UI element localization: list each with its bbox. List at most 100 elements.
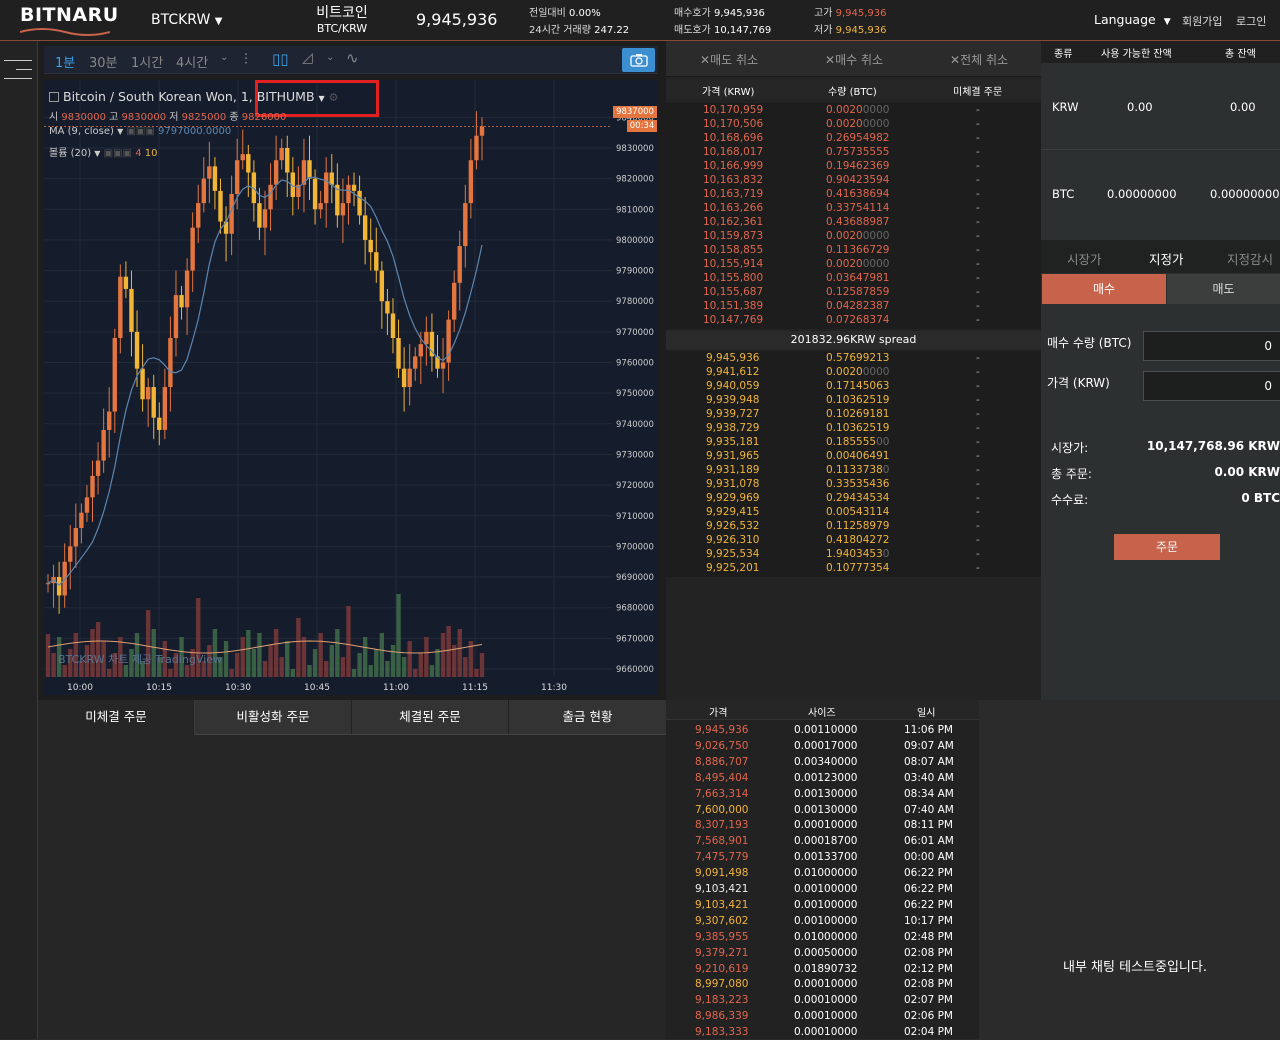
volume-bar [273, 629, 279, 677]
chart-plot-area[interactable]: Bitcoin / South Korean Won, 1, BITHUMB ▼… [44, 80, 612, 677]
candlestick-chart[interactable] [44, 80, 612, 677]
candle-body [312, 178, 318, 210]
ma-label[interactable]: MA (9, close) [49, 126, 114, 137]
orderbook-row[interactable]: 10,168,696 0.26954982 - [666, 131, 1041, 145]
tab-stop[interactable]: 지정감시 [1227, 249, 1273, 268]
orderbook-row[interactable]: 9,939,727 0.10269181 - [666, 407, 1041, 421]
orderbook-row[interactable]: 9,940,059 0.17145063 - [666, 379, 1041, 393]
camera-button[interactable] [622, 48, 655, 72]
candle-body [95, 460, 101, 476]
tab-market[interactable]: 시장가 [1067, 249, 1102, 268]
tab-withdrawals[interactable]: 출금 현황 [509, 700, 666, 735]
orderbook-row[interactable]: 10,163,266 0.33754114 - [666, 201, 1041, 215]
orderbook-row[interactable]: 10,155,687 0.12587859 - [666, 285, 1041, 299]
orderbook-row[interactable]: 9,925,201 0.10777354 - [666, 561, 1041, 575]
interval-1h[interactable]: 1시간 [131, 52, 163, 71]
tab-limit[interactable]: 지정가 [1149, 249, 1184, 268]
candle-body [73, 528, 79, 547]
volume-label: 24시간 거래량 [529, 25, 591, 36]
orderbook-qty: 0.11258979 [826, 519, 889, 533]
orderbook-row[interactable]: 10,170,959 0.00200000 - [666, 103, 1041, 117]
market-select-label: BTCKRW [151, 12, 211, 28]
fee-label: 수수료: [1051, 493, 1089, 507]
orderbook-qty: 0.10362519 [826, 421, 889, 435]
orderbook-row[interactable]: 9,931,189 0.11337380 - [666, 463, 1041, 477]
orderbook-row[interactable]: 10,163,719 0.41638694 - [666, 187, 1041, 201]
qty-input[interactable]: 0 [1143, 331, 1280, 361]
volume-study-label[interactable]: 볼륨 (20) [49, 148, 91, 159]
orderbook-row[interactable]: 9,929,415 0.00543114 - [666, 505, 1041, 519]
price-input[interactable]: 0 [1143, 371, 1280, 401]
orderbook-row[interactable]: 9,926,532 0.11258979 - [666, 519, 1041, 533]
orderbook-row[interactable]: 9,939,948 0.10362519 - [666, 393, 1041, 407]
caret-down-icon[interactable]: ▼ [94, 149, 100, 158]
orderbook-row[interactable]: 9,926,310 0.41804272 - [666, 533, 1041, 547]
cancel-all-button[interactable]: ✕전체 취소 [950, 51, 1008, 68]
candle-body [390, 313, 396, 338]
language-menu[interactable]: Language ▼ [1094, 12, 1171, 27]
orderbook-row[interactable]: 10,170,506 0.00200000 - [666, 117, 1041, 131]
orderbook-row[interactable]: 9,945,936 0.57699213 - [666, 351, 1041, 365]
candle-style-icon[interactable]: ▯▯ [272, 50, 289, 68]
candle-body [201, 178, 206, 204]
orderbook-row[interactable]: 9,931,965 0.00406491 - [666, 449, 1041, 463]
orderbook-open: - [976, 450, 980, 462]
orderbook-qty-main: 0.41804272 [826, 534, 890, 546]
orderbook-row[interactable]: 9,941,612 0.00200000 - [666, 365, 1041, 379]
chevron-down-icon[interactable]: ⌄ [220, 52, 228, 63]
area-style-icon[interactable]: ◿ [302, 50, 313, 66]
orderbook-row[interactable]: 10,159,873 0.00200000 - [666, 229, 1041, 243]
tab-open-orders[interactable]: 미체결 주문 [38, 700, 195, 735]
orderbook-row[interactable]: 9,929,969 0.29434534 - [666, 491, 1041, 505]
interval-4h[interactable]: 4시간 [176, 52, 208, 71]
submit-order-button[interactable]: 주문 [1114, 534, 1220, 560]
orderbook-row[interactable]: 10,168,017 0.75735555 - [666, 145, 1041, 159]
indicators-icon[interactable]: ∿ [346, 49, 359, 67]
signup-link[interactable]: 회원가입 [1182, 13, 1222, 29]
volume-bar [368, 665, 373, 677]
logo[interactable]: BITNARU [20, 4, 118, 36]
orderbook-row[interactable]: 9,925,534 1.94034530 - [666, 547, 1041, 561]
caret-down-icon: ▼ [1163, 17, 1171, 27]
ma-tools-icon[interactable]: ▣▣▣ [126, 126, 154, 137]
orderbook-row[interactable]: 9,931,078 0.33535436 - [666, 477, 1041, 491]
orderbook-row[interactable]: 10,147,769 0.07268374 - [666, 313, 1041, 327]
bar-style-icon[interactable]: ⫶ [244, 50, 248, 68]
hamburger-menu-icon[interactable] [4, 59, 32, 83]
ticker-stats-3: 고가 9,945,936 저가 9,945,936 [814, 5, 887, 39]
cancel-buy-button[interactable]: ✕매수 취소 [825, 51, 883, 68]
caret-down-icon[interactable]: ▼ [117, 127, 123, 136]
candle-body [351, 184, 357, 191]
sell-tab[interactable]: 매도 [1167, 274, 1280, 304]
balance-available: 0.00 [1127, 100, 1153, 114]
tab-inactive-orders[interactable]: 비활성화 주문 [195, 700, 352, 735]
interval-30m[interactable]: 30분 [89, 52, 118, 71]
market-select[interactable]: BTCKRW ▼ [151, 12, 222, 28]
orderbook-row[interactable]: 10,163,832 0.90423594 - [666, 173, 1041, 187]
legend-toggle-icon[interactable] [49, 92, 59, 102]
buy-tab[interactable]: 매수 [1042, 274, 1166, 304]
chevron-down-icon[interactable]: ⌄ [326, 52, 334, 63]
trades-list: 9,945,936 0.00110000 11:06 PM 9,026,750 0… [666, 722, 979, 1039]
orderbook-row[interactable]: 9,938,729 0.10362519 - [666, 421, 1041, 435]
trade-price: 7,600,000 [695, 803, 749, 816]
orderbook-row[interactable]: 10,158,855 0.11366729 - [666, 243, 1041, 257]
orderbook-price: 10,170,959 [703, 104, 764, 116]
orderbook-row[interactable]: 10,162,361 0.43688987 - [666, 215, 1041, 229]
orderbook-qty: 0.10269181 [826, 407, 889, 421]
time-axis[interactable]: 10:00 10:15 10:30 10:45 11:00 11:15 11:30 [44, 677, 658, 695]
cancel-sell-button[interactable]: ✕매도 취소 [700, 51, 758, 68]
login-link[interactable]: 로그인 [1236, 13, 1266, 29]
tab-filled-orders[interactable]: 체결된 주문 [352, 700, 509, 735]
price-axis[interactable]: 9840000 9830000 9820000 9810000 9800000 97900… [612, 80, 658, 677]
volume-bar [324, 661, 329, 677]
orderbook-qty-main: 0.10777354 [826, 562, 890, 574]
orderbook-row[interactable]: 10,155,914 0.00200000 - [666, 257, 1041, 271]
orderbook-row[interactable]: 10,151,389 0.04282387 - [666, 299, 1041, 313]
interval-1m[interactable]: 1분 [55, 52, 75, 71]
orderbook-row[interactable]: 10,155,800 0.03647981 - [666, 271, 1041, 285]
candle-body [273, 160, 279, 185]
orderbook-row[interactable]: 10,166,999 0.19462369 - [666, 159, 1041, 173]
volume-tools-icon[interactable]: ▣▣▣ [104, 148, 132, 159]
orderbook-row[interactable]: 9,935,181 0.18555500 - [666, 435, 1041, 449]
